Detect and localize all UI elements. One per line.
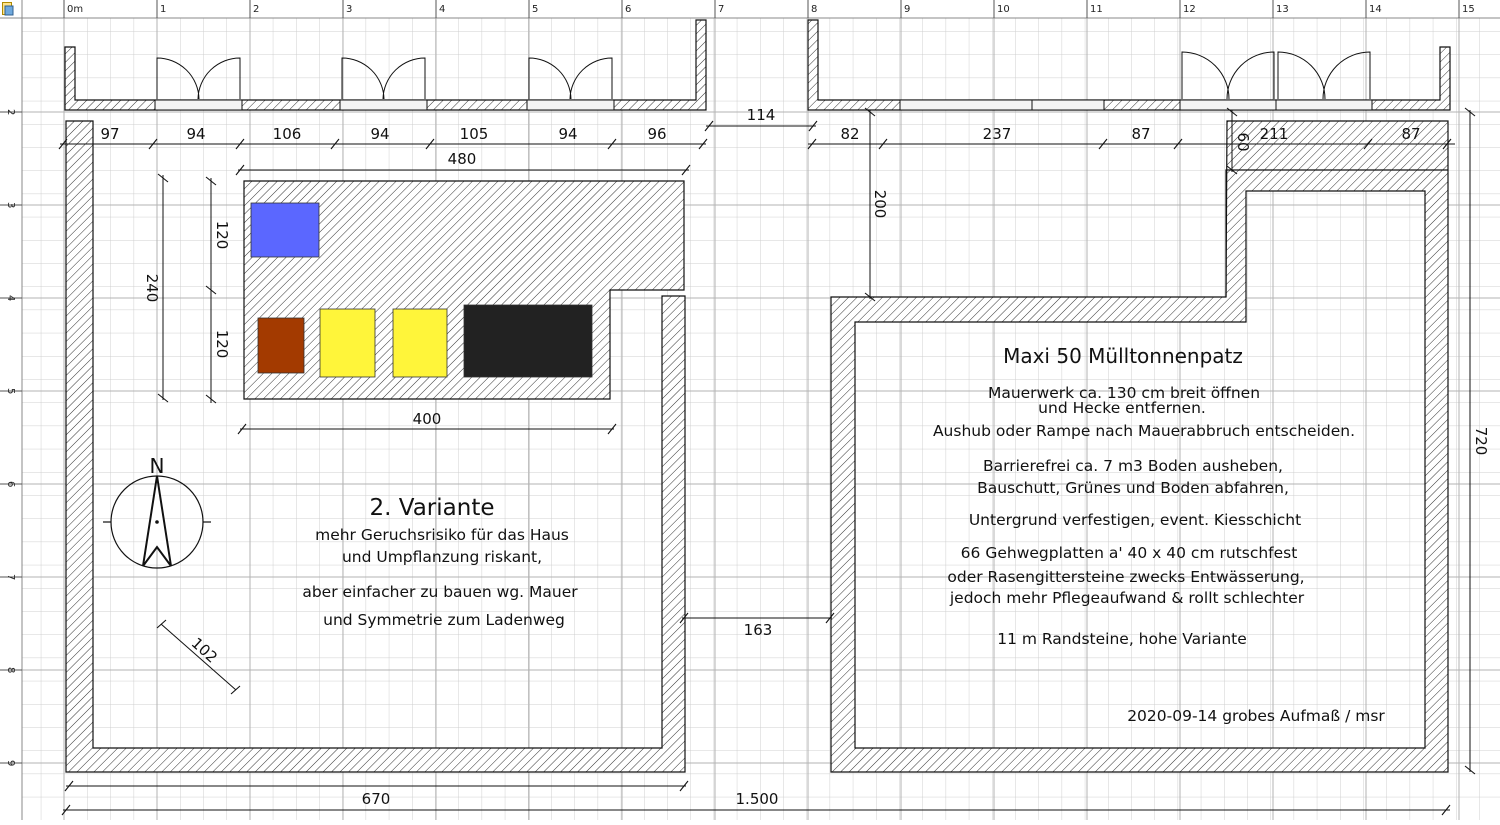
ruler-label-h: 4 <box>439 4 445 15</box>
bin-blue <box>250 202 320 258</box>
right-line-10: 11 m Randsteine, hohe Variante <box>997 630 1247 648</box>
ruler-label-v: 2 <box>5 109 16 115</box>
bin-yellow-2 <box>392 308 448 378</box>
ruler-label-h: 13 <box>1276 4 1289 15</box>
bin-brown <box>257 317 305 374</box>
ruler-label-v: 3 <box>5 202 16 208</box>
dim-top-6: 94 <box>558 125 577 143</box>
ruler-label-v: 5 <box>5 388 16 394</box>
right-line-7: 66 Gehwegplatten a' 40 x 40 cm rutschfes… <box>961 544 1298 562</box>
ruler-label-v: 6 <box>5 481 16 487</box>
dim-platform-depth: 240 <box>143 274 161 303</box>
ruler-label-h: 12 <box>1183 4 1196 15</box>
left-title: 2. Variante <box>370 495 495 521</box>
dim-top-r1: 82 <box>840 125 859 143</box>
document-icon[interactable] <box>2 2 14 16</box>
ruler-label-h: 5 <box>532 4 538 15</box>
dim-top-4: 94 <box>370 125 389 143</box>
ruler-label-v: 7 <box>5 574 16 580</box>
ruler-label-h: 14 <box>1369 4 1382 15</box>
right-title: Maxi 50 Mülltonnenpatz <box>1003 344 1243 368</box>
right-line-4: Barrierefrei ca. 7 m3 Boden ausheben, <box>983 457 1283 475</box>
dim-top-r2: 237 <box>983 125 1012 143</box>
right-line-8: oder Rasengittersteine zwecks Entwässeru… <box>947 568 1304 586</box>
dim-top-5: 105 <box>460 125 489 143</box>
dim-top-2: 94 <box>186 125 205 143</box>
ruler-label-v: 4 <box>5 295 16 301</box>
right-line-2: und Hecke entfernen. <box>1038 399 1206 417</box>
ruler-label-h: 8 <box>811 4 817 15</box>
dim-top-r4: 211 <box>1260 125 1289 143</box>
bin-black <box>463 304 593 378</box>
ruler-label-h: 6 <box>625 4 631 15</box>
ruler-label-h: 15 <box>1462 4 1475 15</box>
right-line-5: Bauschutt, Grünes und Boden abfahren, <box>977 479 1289 497</box>
dim-platform-width: 480 <box>448 150 477 168</box>
dim-gap-middle: 163 <box>744 621 773 639</box>
right-line-6: Untergrund verfestigen, event. Kiesschic… <box>969 511 1301 529</box>
bin-yellow-1 <box>319 308 376 378</box>
dim-notch-v: 60 <box>1234 132 1252 151</box>
ruler-label-h: 11 <box>1090 4 1103 15</box>
dim-top-r3: 87 <box>1131 125 1150 143</box>
ruler-label-h: 0m <box>67 4 83 15</box>
dim-bottom-left: 670 <box>362 790 391 808</box>
ruler-label-v: 9 <box>5 760 16 766</box>
right-footer: 2020-09-14 grobes Aufmaß / msr <box>1127 707 1385 725</box>
dim-top-1: 97 <box>100 125 119 143</box>
ruler-label-h: 9 <box>904 4 910 15</box>
floor-plan-canvas[interactable]: 0m 1 2 3 4 5 6 7 8 9 10 11 12 13 14 15 23456789 <box>0 0 1500 820</box>
vertical-ruler <box>0 0 22 820</box>
ruler-label-v: 8 <box>5 667 16 673</box>
dim-top-7: 96 <box>647 125 666 143</box>
ruler-label-h: 1 <box>160 4 166 15</box>
dim-gap-top: 114 <box>747 106 776 124</box>
dim-top-3: 106 <box>273 125 302 143</box>
right-line-9: jedoch mehr Pflegeaufwand & rollt schlec… <box>949 589 1305 607</box>
dim-top-r5: 87 <box>1401 125 1420 143</box>
dim-bottom-total: 1.500 <box>736 790 779 808</box>
left-line-1: mehr Geruchsrisiko für das Haus <box>315 526 569 544</box>
horizontal-ruler <box>0 0 1500 18</box>
dim-platform-lower: 400 <box>413 410 442 428</box>
compass-north-label: N <box>150 454 165 478</box>
dim-row-upper: 120 <box>213 221 231 250</box>
dim-notch-depth: 200 <box>871 190 889 219</box>
ruler-label-h: 2 <box>253 4 259 15</box>
left-line-3: aber einfacher zu bauen wg. Mauer <box>302 583 578 601</box>
left-line-2: und Umpflanzung riskant, <box>342 548 542 566</box>
floor-plan-drawing: 0m 1 2 3 4 5 6 7 8 9 10 11 12 13 14 15 23456789 <box>0 0 1500 820</box>
ruler-label-h: 10 <box>997 4 1010 15</box>
ruler-label-h: 3 <box>346 4 352 15</box>
left-line-4: und Symmetrie zum Ladenweg <box>323 611 565 629</box>
ruler-label-h: 7 <box>718 4 724 15</box>
dim-right-height: 720 <box>1472 427 1490 456</box>
dim-row-lower: 120 <box>213 330 231 359</box>
right-line-3: Aushub oder Rampe nach Mauerabbruch ents… <box>933 422 1355 440</box>
